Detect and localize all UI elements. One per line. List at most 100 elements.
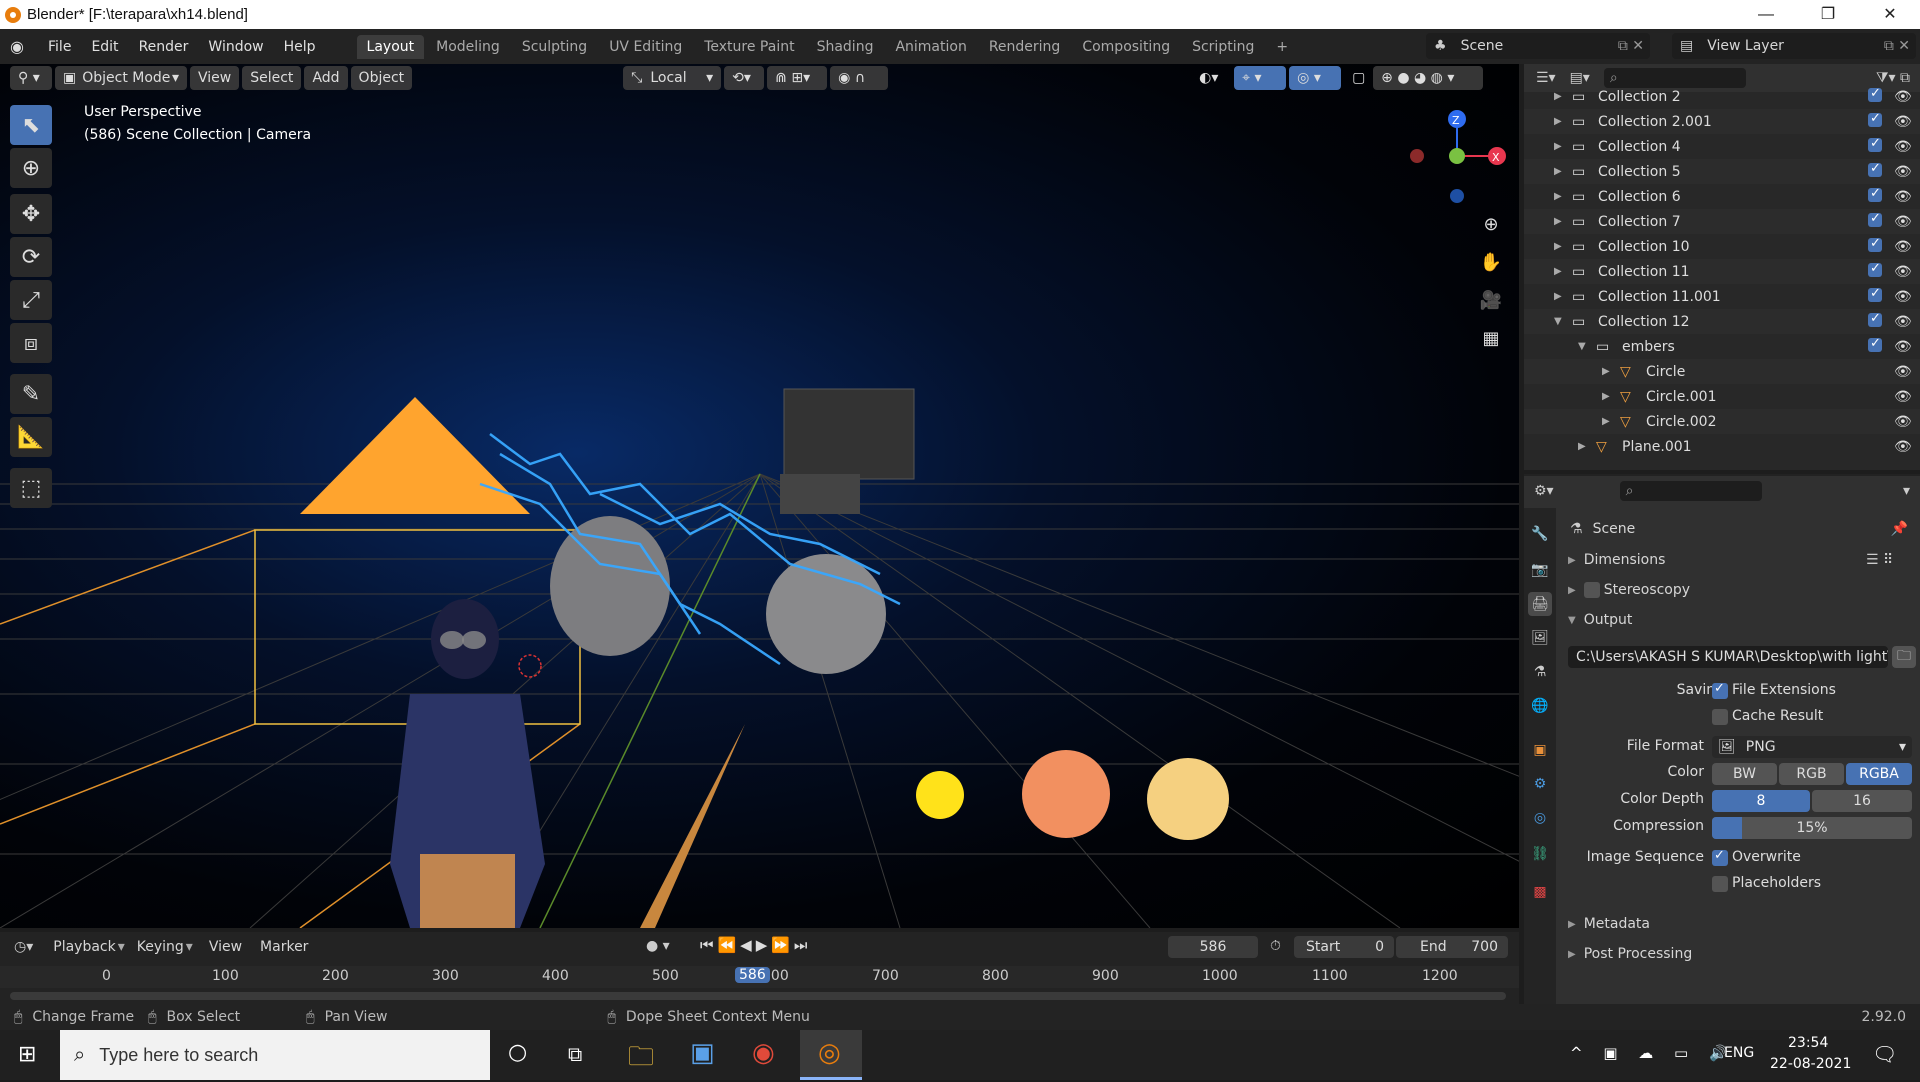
3d-cursor[interactable]	[518, 654, 542, 678]
eye-icon[interactable]: 👁	[1894, 314, 1912, 330]
texture-tab-icon[interactable]: ▩	[1528, 880, 1552, 904]
overwrite-checkbox[interactable]	[1712, 848, 1728, 866]
cream-sphere[interactable]	[1147, 758, 1229, 840]
tab-scripting[interactable]: Scripting	[1182, 35, 1264, 59]
cursor-tool[interactable]: ⊕	[10, 148, 52, 188]
chevron-down-icon[interactable]: ▾	[1903, 483, 1910, 499]
tab-texture-paint[interactable]: Texture Paint	[694, 35, 804, 59]
yellow-sphere[interactable]	[916, 771, 964, 819]
expand-arrow-icon[interactable]: ▶	[1578, 441, 1586, 452]
windows-start-icon[interactable]: ⊞	[18, 1042, 36, 1067]
tab-uv-editing[interactable]: UV Editing	[599, 35, 692, 59]
blender-taskbar-button[interactable]: ◎	[800, 1030, 862, 1080]
expand-arrow-icon[interactable]: ▶	[1554, 116, 1562, 127]
measure-tool[interactable]: 📐	[10, 417, 52, 457]
tab-rendering[interactable]: Rendering	[979, 35, 1071, 59]
outliner-row[interactable]: ▼ ▭ Collection 12 👁	[1524, 309, 1920, 334]
clock-date[interactable]: 22-08-2021	[1770, 1056, 1851, 1072]
pan-button[interactable]: ✋	[1476, 247, 1506, 277]
playback-menu[interactable]: Playback	[53, 939, 115, 955]
expand-arrow-icon[interactable]: ▶	[1554, 291, 1562, 302]
eye-icon[interactable]: 👁	[1894, 114, 1912, 130]
orange-sphere[interactable]	[1022, 750, 1110, 838]
record-icon[interactable]: ● ▾	[646, 938, 670, 954]
view-layer-tab-icon[interactable]: 🖼	[1528, 626, 1552, 650]
color-rgba-button[interactable]: RGBA	[1846, 763, 1912, 785]
exclude-checkbox[interactable]	[1868, 161, 1882, 177]
tab-sculpting[interactable]: Sculpting	[512, 35, 597, 59]
start-frame-field[interactable]: Start 0	[1294, 936, 1394, 958]
outliner-row[interactable]: ▶ ▭ Collection 2 👁	[1524, 84, 1920, 109]
clock-time[interactable]: 23:54	[1788, 1035, 1828, 1051]
xray-toggle[interactable]: ▢	[1344, 66, 1370, 90]
outliner-row[interactable]: ▶ ▭ Collection 6 👁	[1524, 184, 1920, 209]
eye-icon[interactable]: 👁	[1894, 264, 1912, 280]
eye-icon[interactable]: 👁	[1894, 364, 1912, 380]
eye-icon[interactable]: 👁	[1894, 89, 1912, 105]
expand-arrow-icon[interactable]: ▶	[1554, 166, 1562, 177]
eye-icon[interactable]: 👁	[1894, 414, 1912, 430]
3d-viewport[interactable]: Z X ⚲ ▾ ▣ Object Mode ▾ View Select Add …	[0, 64, 1519, 928]
exclude-checkbox[interactable]	[1868, 336, 1882, 352]
new-view-layer-icon[interactable]: ⧉ ✕	[1884, 38, 1910, 54]
rotate-tool[interactable]: ⟳	[10, 237, 52, 277]
expand-arrow-icon[interactable]: ▶	[1602, 416, 1610, 427]
menu-render[interactable]: Render	[129, 39, 199, 55]
cache-result-checkbox[interactable]	[1712, 709, 1728, 725]
expand-arrow-icon[interactable]: ▶	[1554, 191, 1562, 202]
playhead[interactable]: 586	[735, 967, 770, 983]
outliner-row[interactable]: ▶ ▽ Circle 👁	[1524, 359, 1920, 384]
new-scene-icon[interactable]: ⧉ ✕	[1618, 38, 1644, 54]
expand-arrow-icon[interactable]: ▶	[1602, 366, 1610, 377]
transform-orientation-dropdown[interactable]: ⤡ Local ▾	[623, 66, 722, 90]
eye-icon[interactable]: 👁	[1894, 214, 1912, 230]
editor-type-button[interactable]: ⚲ ▾	[10, 66, 52, 90]
properties-search-input[interactable]: ⌕	[1619, 481, 1762, 501]
exclude-checkbox[interactable]	[1868, 136, 1882, 152]
metadata-panel-header[interactable]: ▶ Metadata	[1568, 916, 1650, 932]
marker-menu[interactable]: Marker	[260, 939, 308, 955]
modifier-tab-icon[interactable]: ⚙	[1528, 772, 1552, 796]
proportional-edit-button[interactable]: ◉ ∩	[830, 66, 889, 90]
list-icon[interactable]: ☰ ⠿	[1866, 552, 1893, 568]
eye-icon[interactable]: 👁	[1894, 289, 1912, 305]
end-frame-field[interactable]: End 700	[1396, 936, 1508, 958]
stopwatch-icon[interactable]: ⏱	[1270, 938, 1281, 954]
task-view-icon[interactable]: ⧉	[568, 1042, 582, 1066]
taskbar-search[interactable]: ⌕ Type here to search	[60, 1030, 490, 1080]
outliner-row[interactable]: ▶ ▭ Collection 7 👁	[1524, 209, 1920, 234]
expand-arrow-icon[interactable]: ▶	[1602, 391, 1610, 402]
output-path-input[interactable]: C:\Users\AKASH S KUMAR\Desktop\with ligh…	[1568, 646, 1888, 668]
close-button[interactable]: ✕	[1860, 0, 1920, 29]
output-tab-icon[interactable]: 🖨	[1528, 592, 1552, 616]
maximize-button[interactable]: ❐	[1798, 0, 1858, 29]
file-extensions-checkbox[interactable]	[1712, 681, 1728, 699]
system-tray-icons[interactable]: ^ ▣ ☁ ▭ 🔊	[1570, 1044, 1736, 1062]
dimensions-panel-header[interactable]: ▶ Dimensions	[1568, 552, 1665, 568]
eye-icon[interactable]: 👁	[1894, 139, 1912, 155]
eye-icon[interactable]: 👁	[1894, 439, 1912, 455]
file-format-dropdown[interactable]: 🖼 PNG ▾	[1712, 736, 1912, 758]
color-depth-8-button[interactable]: 8	[1712, 790, 1810, 812]
outliner-row[interactable]: ▶ ▭ Collection 10 👁	[1524, 234, 1920, 259]
notification-icon[interactable]: 🗨	[1872, 1042, 1897, 1066]
zoom-button[interactable]: ⊕	[1476, 209, 1506, 239]
expand-arrow-icon[interactable]: ▶	[1554, 266, 1562, 277]
constraint-tab-icon[interactable]: ⛓	[1528, 842, 1552, 866]
language-indicator[interactable]: ENG	[1724, 1045, 1754, 1061]
expand-arrow-icon[interactable]: ▶	[1554, 141, 1562, 152]
shading-mode-group[interactable]: ⊕ ● ◕ ◍ ▾	[1373, 66, 1484, 90]
stereoscopy-panel-header[interactable]: ▶ Stereoscopy	[1568, 582, 1690, 598]
tab-animation[interactable]: Animation	[885, 35, 976, 59]
plane-object[interactable]	[640, 724, 745, 928]
select-tool[interactable]: ⬉	[10, 105, 52, 145]
expand-arrow-icon[interactable]: ▶	[1554, 216, 1562, 227]
outliner-row[interactable]: ▶ ▽ Circle.002 👁	[1524, 409, 1920, 434]
output-panel-header[interactable]: ▼ Output	[1568, 612, 1632, 628]
exclude-checkbox[interactable]	[1868, 86, 1882, 102]
add-cube-tool[interactable]: ⬚	[10, 468, 52, 508]
exclude-checkbox[interactable]	[1868, 286, 1882, 302]
keying-menu[interactable]: Keying	[137, 939, 184, 955]
collapse-arrow-icon[interactable]: ▼	[1554, 316, 1562, 327]
overlay-toggle[interactable]: ◎ ▾	[1289, 66, 1342, 90]
